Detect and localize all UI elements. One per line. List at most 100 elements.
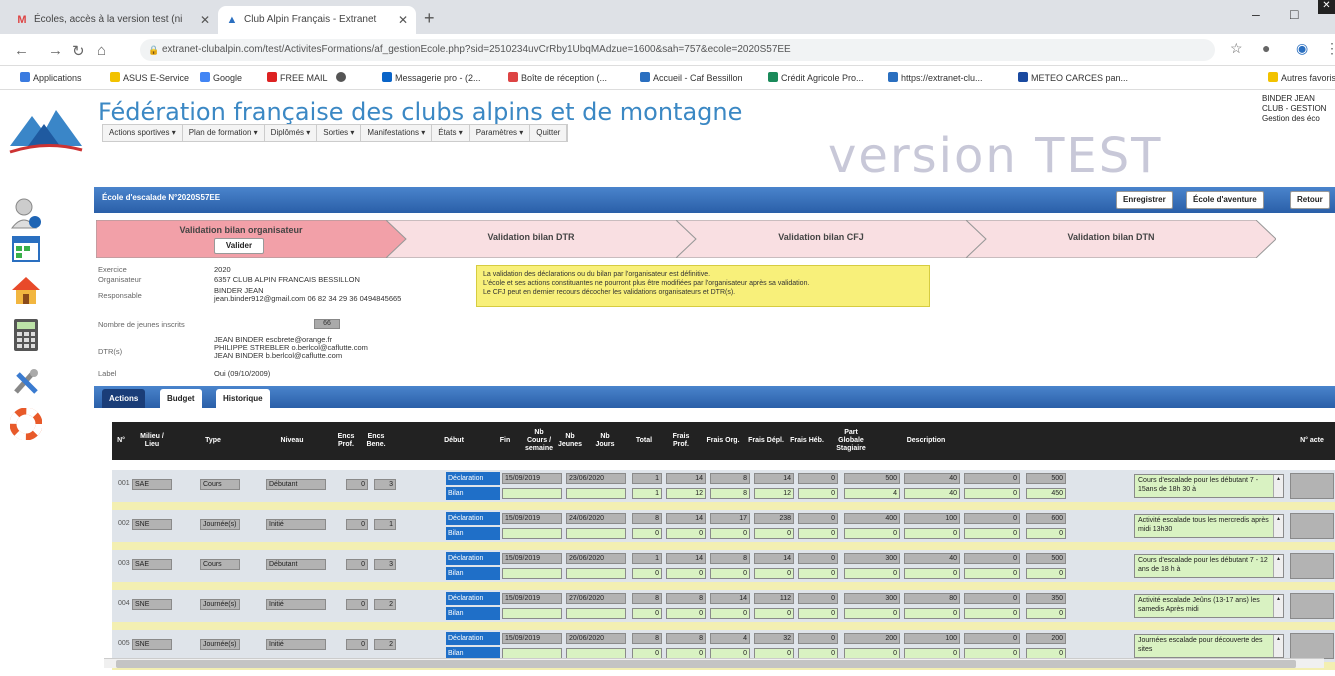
description-field[interactable]: Cours d'escalade pour les débutant 7 - 1… <box>1134 554 1284 578</box>
declaration-value[interactable]: 8 <box>666 593 706 604</box>
maximize-icon[interactable]: □ <box>1290 6 1298 22</box>
description-field[interactable]: Activité escalade tous les mercredis apr… <box>1134 514 1284 538</box>
encadrant-bene-field[interactable]: 1 <box>374 519 396 530</box>
calendar-icon[interactable] <box>8 232 44 268</box>
declaration-value[interactable]: 8 <box>666 633 706 644</box>
bilan-value[interactable]: 0 <box>964 568 1020 579</box>
column-header[interactable]: Total <box>632 422 656 460</box>
encadrant-prof-field[interactable]: 0 <box>346 599 368 610</box>
bilan-value[interactable]: 0 <box>798 568 838 579</box>
column-header[interactable]: Part Globale Stagiaire <box>832 422 870 460</box>
bilan-value[interactable]: 0 <box>710 568 750 579</box>
tab-budget[interactable]: Budget <box>160 389 202 408</box>
lifebuoy-icon[interactable] <box>8 407 44 444</box>
declaration-value[interactable]: 40 <box>904 473 960 484</box>
column-header[interactable]: N° <box>114 422 128 460</box>
bilan-value[interactable]: 8 <box>710 488 750 499</box>
type-field[interactable]: Journée(s) <box>200 519 240 530</box>
declaration-value[interactable]: 8 <box>710 473 750 484</box>
bilan-value[interactable]: 0 <box>798 528 838 539</box>
close-icon[interactable]: ✕ <box>200 6 210 34</box>
declaration-value[interactable]: 350 <box>1026 593 1066 604</box>
bilan-value[interactable]: 0 <box>904 528 960 539</box>
acte-field[interactable] <box>1290 513 1334 539</box>
bilan-value[interactable]: 450 <box>1026 488 1066 499</box>
menu-manifestations[interactable]: Manifestations ▾ <box>361 125 433 141</box>
niveau-field[interactable]: Initié <box>266 519 326 530</box>
bilan-fin-field[interactable] <box>566 528 626 539</box>
declaration-value[interactable]: 0 <box>798 593 838 604</box>
bilan-value[interactable]: 0 <box>710 608 750 619</box>
bilan-value[interactable]: 0 <box>844 528 900 539</box>
bilan-value[interactable]: 0 <box>754 568 794 579</box>
column-header[interactable]: N° acte <box>1292 422 1332 460</box>
menu-actions-sportives[interactable]: Actions sportives ▾ <box>103 125 183 141</box>
declaration-value[interactable]: 17 <box>710 513 750 524</box>
milieu-field[interactable]: SAE <box>132 559 172 570</box>
profile-icon[interactable]: ◉ <box>1296 40 1308 57</box>
forward-icon[interactable]: → <box>48 42 63 59</box>
column-header[interactable]: Nb Cours / semaine <box>525 422 553 460</box>
bookmark-asus[interactable]: ASUS E-Service <box>110 72 189 83</box>
column-header[interactable]: Début <box>414 422 494 460</box>
fin-field[interactable]: 23/06/2020 <box>566 473 626 484</box>
encadrant-bene-field[interactable]: 3 <box>374 559 396 570</box>
declaration-value[interactable]: 8 <box>632 633 662 644</box>
column-header[interactable]: Description <box>886 422 966 460</box>
bilan-value[interactable]: 0 <box>710 528 750 539</box>
column-header[interactable]: Encs Prof. <box>334 422 358 460</box>
ecole-aventure-button[interactable]: École d'aventure <box>1186 191 1264 209</box>
scroll-thumb[interactable] <box>116 660 1296 668</box>
declaration-value[interactable]: 80 <box>904 593 960 604</box>
debut-field[interactable]: 15/09/2019 <box>502 593 562 604</box>
tab-historique[interactable]: Historique <box>216 389 270 408</box>
type-field[interactable]: Journée(s) <box>200 599 240 610</box>
user-icon[interactable] <box>8 196 44 232</box>
encadrant-prof-field[interactable]: 0 <box>346 559 368 570</box>
url-field[interactable]: 🔒 extranet-clubalpin.com/test/ActivitesF… <box>140 39 1215 61</box>
bilan-value[interactable]: 0 <box>964 488 1020 499</box>
declaration-value[interactable]: 300 <box>844 553 900 564</box>
declaration-value[interactable]: 8 <box>632 513 662 524</box>
bilan-value[interactable]: 0 <box>844 568 900 579</box>
milieu-field[interactable]: SAE <box>132 479 172 490</box>
bilan-debut-field[interactable] <box>502 608 562 619</box>
home-browser-icon[interactable]: ⌂ <box>97 42 106 59</box>
bilan-value[interactable]: 0 <box>666 528 706 539</box>
column-header[interactable]: Milieu / Lieu <box>132 422 172 460</box>
declaration-value[interactable]: 0 <box>798 513 838 524</box>
declaration-value[interactable]: 200 <box>844 633 900 644</box>
bilan-debut-field[interactable] <box>502 568 562 579</box>
minimize-icon[interactable]: – <box>1252 6 1260 22</box>
declaration-value[interactable]: 14 <box>666 473 706 484</box>
declaration-value[interactable]: 14 <box>666 553 706 564</box>
bilan-fin-field[interactable] <box>566 568 626 579</box>
milieu-field[interactable]: SNE <box>132 639 172 650</box>
menu-diplomes[interactable]: Diplômés ▾ <box>265 125 318 141</box>
bilan-value[interactable]: 12 <box>666 488 706 499</box>
bilan-value[interactable]: 1 <box>632 488 662 499</box>
declaration-value[interactable]: 0 <box>964 553 1020 564</box>
column-header[interactable]: Nb Jeunes <box>558 422 582 460</box>
star-icon[interactable]: ☆ <box>1230 40 1243 57</box>
description-field[interactable]: Cours d'escalade pour les débutant 7 - 1… <box>1134 474 1284 498</box>
declaration-value[interactable]: 200 <box>1026 633 1066 644</box>
column-header[interactable]: Fin <box>492 422 518 460</box>
menu-etats[interactable]: États ▾ <box>432 125 470 141</box>
declaration-value[interactable]: 0 <box>798 553 838 564</box>
back-icon[interactable]: ← <box>14 42 29 59</box>
declaration-value[interactable]: 0 <box>964 633 1020 644</box>
bilan-value[interactable]: 0 <box>754 608 794 619</box>
niveau-field[interactable]: Débutant <box>266 559 326 570</box>
bilan-value[interactable]: 0 <box>632 568 662 579</box>
bookmark-freemail[interactable]: FREE MAIL <box>267 72 328 83</box>
description-field[interactable]: Journées escalade pour découverte des si… <box>1134 634 1284 658</box>
browser-tab-caf[interactable]: ▲ Club Alpin Français - Extranet ✕ <box>218 6 416 34</box>
type-field[interactable]: Cours <box>200 479 240 490</box>
home-icon[interactable] <box>8 274 44 310</box>
tools-icon[interactable] <box>8 366 44 402</box>
debut-field[interactable]: 15/09/2019 <box>502 473 562 484</box>
bilan-value[interactable]: 12 <box>754 488 794 499</box>
declaration-value[interactable]: 1 <box>632 473 662 484</box>
milieu-field[interactable]: SNE <box>132 599 172 610</box>
